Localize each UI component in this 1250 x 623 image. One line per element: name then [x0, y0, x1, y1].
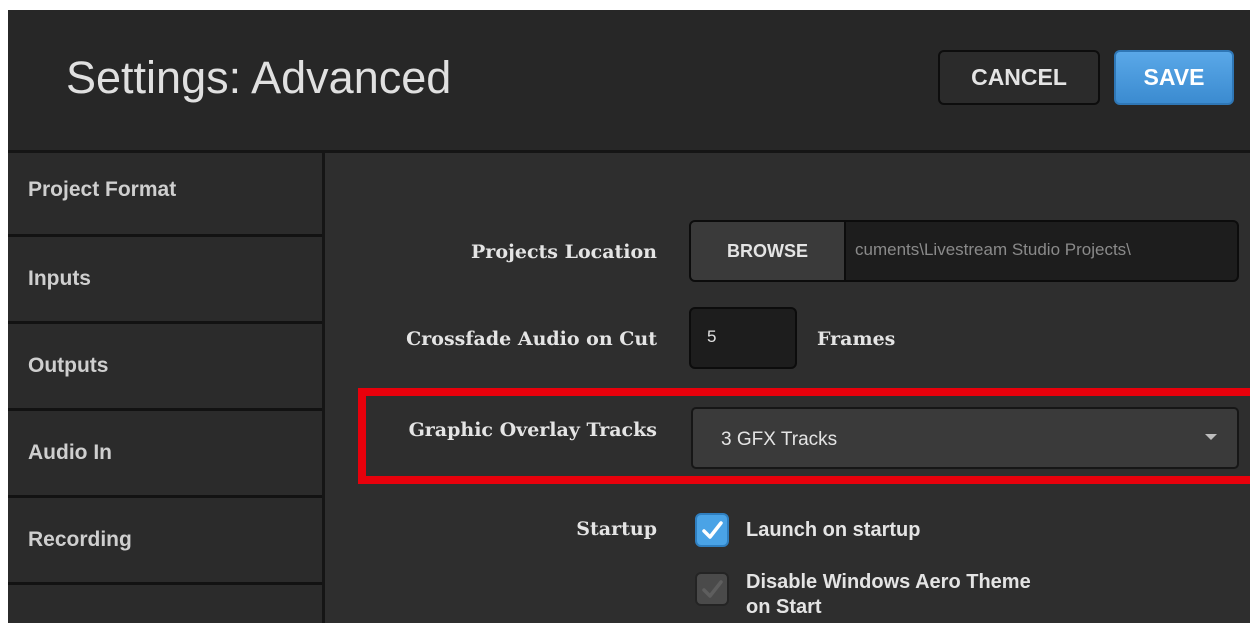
frames-unit-label: Frames: [817, 328, 896, 350]
launch-on-startup-checkbox[interactable]: [695, 513, 729, 547]
page-title: Settings: Advanced: [66, 52, 452, 103]
sidebar-item-recording[interactable]: Recording: [8, 498, 322, 585]
sidebar-item-project-format[interactable]: Project Format: [8, 153, 322, 237]
launch-on-startup-label[interactable]: Launch on startup: [746, 519, 920, 542]
checkmark-icon: [702, 521, 723, 539]
disable-aero-label-line2[interactable]: on Start: [746, 596, 822, 619]
settings-content: Projects Location BROWSE cuments\Livestr…: [325, 153, 1250, 623]
projects-location-label: Projects Location: [471, 241, 657, 263]
chevron-down-icon: [1205, 434, 1217, 440]
sidebar-item-outputs[interactable]: Outputs: [8, 324, 322, 411]
graphic-overlay-selected-value: 3 GFX Tracks: [721, 429, 838, 450]
settings-sidebar: Project Format Inputs Outputs Audio In R…: [8, 153, 325, 623]
header-bar: Settings: Advanced CANCEL SAVE: [8, 10, 1250, 153]
checkmark-icon: [702, 580, 723, 598]
startup-label: Startup: [576, 518, 657, 540]
sidebar-item-audio-in[interactable]: Audio In: [8, 411, 322, 498]
save-button[interactable]: SAVE: [1114, 50, 1234, 105]
projects-path-text[interactable]: cuments\Livestream Studio Projects\: [855, 240, 1131, 260]
settings-window: Settings: Advanced CANCEL SAVE Project F…: [8, 10, 1250, 623]
browse-button[interactable]: BROWSE: [691, 222, 846, 280]
sidebar-item-inputs[interactable]: Inputs: [8, 237, 322, 324]
graphic-overlay-tracks-label: Graphic Overlay Tracks: [408, 419, 657, 441]
disable-aero-checkbox[interactable]: [695, 572, 729, 606]
cancel-button[interactable]: CANCEL: [938, 50, 1100, 105]
disable-aero-label-line1[interactable]: Disable Windows Aero Theme: [746, 571, 1031, 594]
projects-location-field: BROWSE cuments\Livestream Studio Project…: [689, 220, 1239, 282]
crossfade-audio-label: Crossfade Audio on Cut: [406, 328, 657, 350]
graphic-overlay-tracks-select[interactable]: 3 GFX Tracks: [691, 407, 1239, 469]
crossfade-frames-input[interactable]: 5: [689, 307, 797, 369]
